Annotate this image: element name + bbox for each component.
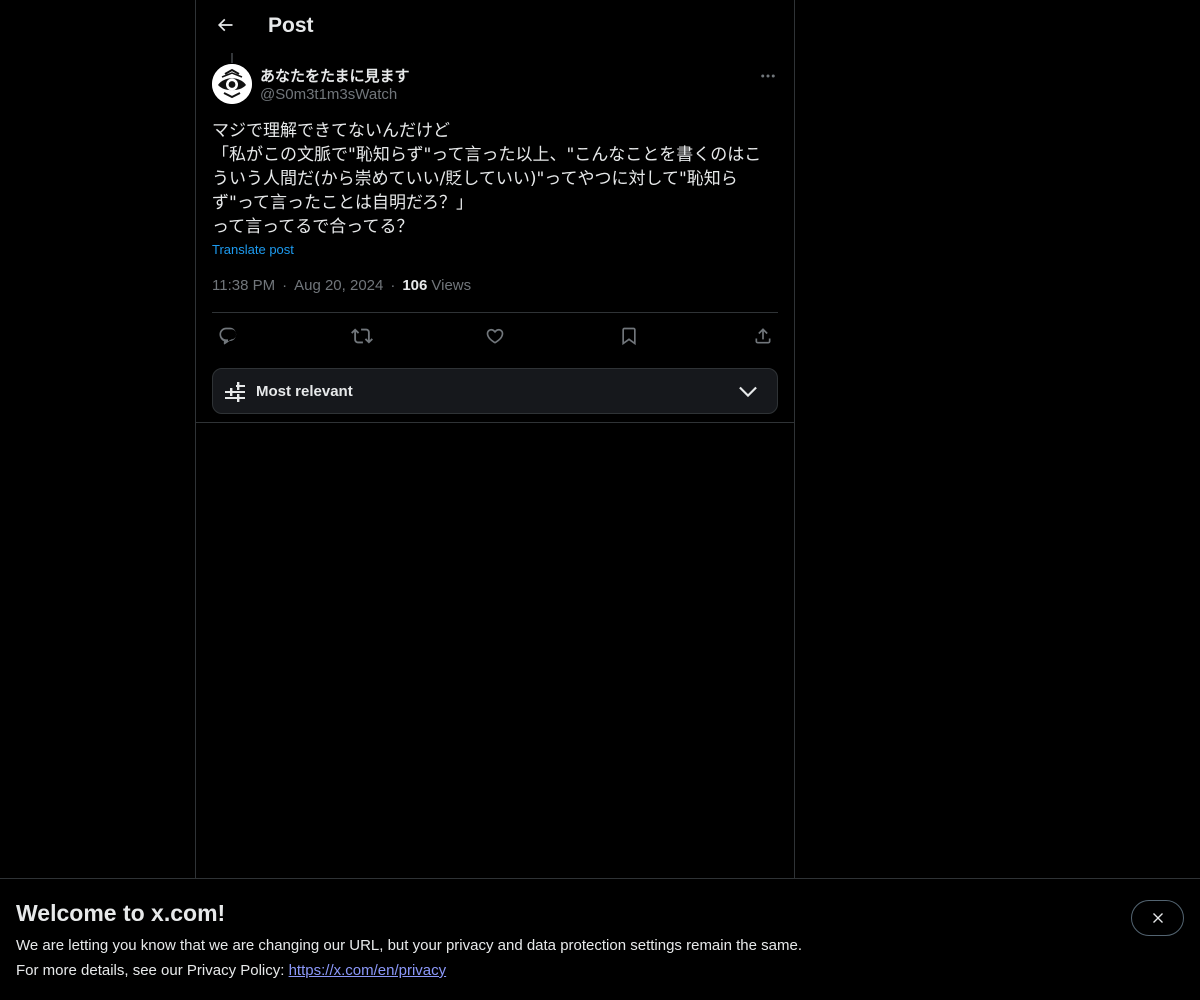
bookmark-icon <box>622 327 636 346</box>
more-horizontal-icon <box>761 74 775 78</box>
divider <box>212 312 778 313</box>
banner-title: Welcome to x.com! <box>16 900 226 926</box>
like-button[interactable] <box>479 320 511 352</box>
share-button[interactable] <box>747 320 779 352</box>
banner-close-button[interactable] <box>1131 900 1184 936</box>
privacy-policy-link[interactable]: https://x.com/en/privacy <box>289 962 447 979</box>
reply-button[interactable] <box>212 320 244 352</box>
url-change-banner: Welcome to x.com! We are letting you kno… <box>0 878 1200 1000</box>
more-options-button[interactable] <box>752 62 784 90</box>
reply-sort-dropdown[interactable]: Most relevant <box>212 368 778 414</box>
back-button[interactable] <box>208 8 242 42</box>
meta-separator: · <box>390 277 396 294</box>
arrow-left-icon <box>217 18 233 32</box>
bookmark-button[interactable] <box>613 320 645 352</box>
chevron-down-icon <box>739 386 757 398</box>
repost-icon <box>351 328 373 344</box>
sort-label: Most relevant <box>256 383 353 400</box>
thread-connector <box>231 53 233 63</box>
banner-message: We are letting you know that we are chan… <box>16 937 802 954</box>
close-icon <box>1152 913 1163 923</box>
share-icon <box>755 328 771 344</box>
heart-icon <box>486 328 504 344</box>
views-count: 106 <box>402 277 428 294</box>
action-bar <box>212 320 778 352</box>
page-header: Post <box>196 0 794 53</box>
eye-emblem-avatar <box>212 64 252 104</box>
reply-icon <box>219 327 237 345</box>
post-metadata: 11:38 PM · Aug 20, 2024 · 106 Views <box>212 277 471 294</box>
repost-button[interactable] <box>346 320 378 352</box>
section-divider <box>196 422 794 423</box>
banner-privacy-line: For more details, see our Privacy Policy… <box>16 962 446 979</box>
primary-column: Post あなたをたまに見ます @S0m3t1m3sWatch マジで理解できて… <box>195 0 795 880</box>
post-text: マジで理解できてないんだけど 「私がこの文脈で"恥知らず"って言った以上、"こん… <box>212 121 762 237</box>
banner-privacy-prefix: For more details, see our Privacy Policy… <box>16 962 289 979</box>
views-label: Views <box>431 277 472 294</box>
post-time[interactable]: 11:38 PM <box>212 277 275 294</box>
page-title: Post <box>268 14 314 37</box>
author-avatar[interactable] <box>212 64 252 104</box>
post-date[interactable]: Aug 20, 2024 <box>294 277 383 294</box>
author-handle[interactable]: @S0m3t1m3sWatch <box>260 86 397 103</box>
translate-post-link[interactable]: Translate post <box>212 242 294 257</box>
meta-separator: · <box>282 277 288 294</box>
author-display-name[interactable]: あなたをたまに見ます <box>260 65 410 86</box>
sliders-icon <box>225 382 245 402</box>
